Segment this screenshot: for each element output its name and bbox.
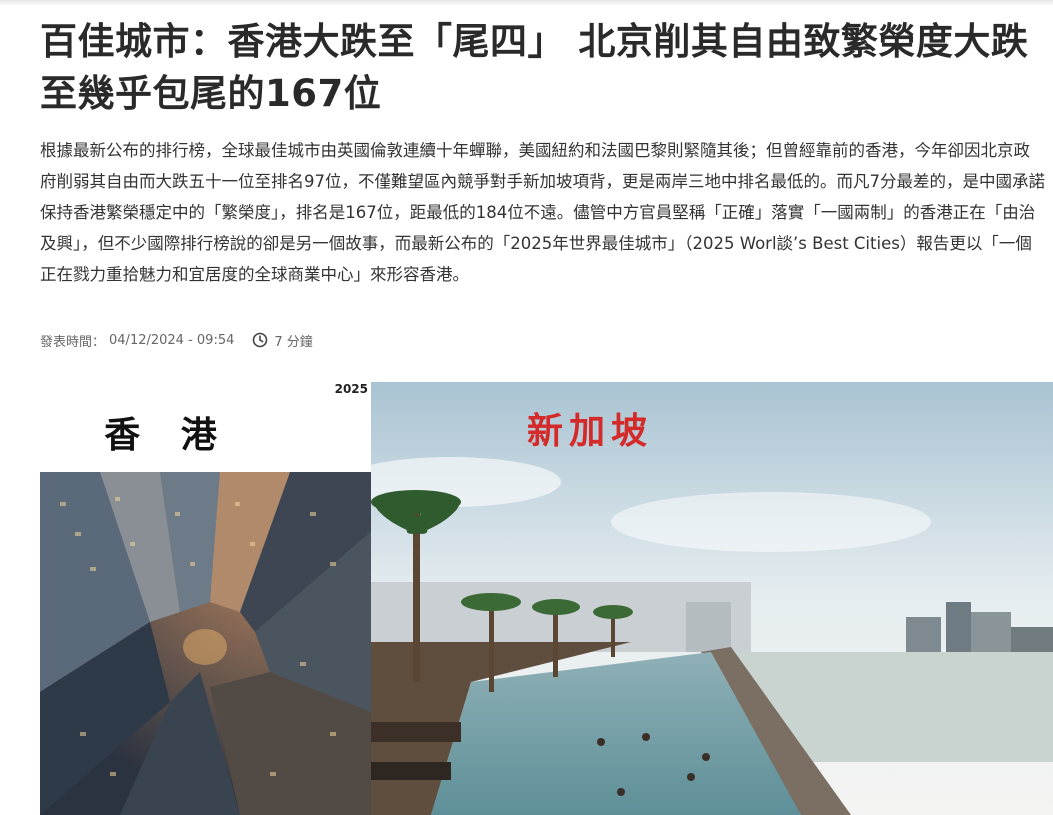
singapore-panel: 新加坡 (371, 382, 1053, 815)
published-date: 04/12/2024 - 09:54 (109, 332, 235, 348)
hong-kong-photo (40, 472, 371, 815)
singapore-photo (371, 382, 1053, 815)
article-headline: 百佳城市：香港大跌至「尾四」 北京削其自由致繁榮度大跌至幾乎包尾的167位 (40, 20, 1029, 115)
article-lede: 根據最新公布的排行榜，全球最佳城市由英國倫敦連續十年蟬聯，美國紐約和法國巴黎則緊… (40, 141, 1045, 284)
clock-icon (252, 332, 268, 348)
hong-kong-panel: 2025 香 港 (40, 382, 371, 815)
article-image: 2025 香 港 新加坡 (40, 382, 1053, 815)
article-meta: 發表時間： 04/12/2024 - 09:54 7 分鐘 (40, 330, 313, 350)
hong-kong-label: 香 港 (104, 415, 231, 456)
published-label: 發表時間： (40, 334, 106, 350)
read-time: 7 分鐘 (274, 334, 313, 350)
singapore-label: 新加坡 (527, 411, 654, 452)
image-year: 2025 (334, 382, 368, 396)
top-divider (0, 0, 1053, 6)
